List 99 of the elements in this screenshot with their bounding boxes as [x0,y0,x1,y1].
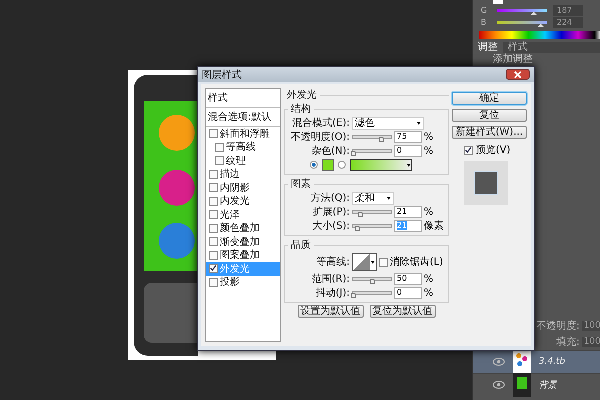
checkbox[interactable] [215,156,224,166]
field-label: 方法(Q): [310,192,350,205]
action-button[interactable]: 新建样式(W)... [452,126,527,139]
group-title: 外发光 [286,88,318,102]
slider-thumb[interactable] [358,212,364,217]
fill-label: 填充: [556,336,580,349]
checkbox[interactable] [209,170,218,179]
action-button[interactable]: 确定 [452,92,527,105]
checkbox[interactable] [209,278,218,287]
slider-track[interactable] [352,210,392,214]
checkbox[interactable] [209,264,218,274]
opacity-label: 不透明度: [536,320,580,333]
effect-item[interactable]: 内发光 [206,194,280,208]
effect-item[interactable]: 斜面和浮雕 [206,127,280,140]
layer-thumbnail [513,373,531,397]
checkbox-label: 预览(V) [476,144,511,157]
effect-item[interactable]: 纹理 [206,154,280,168]
blend-options-item[interactable]: 混合选项:默认 [206,108,280,127]
close-button[interactable] [506,69,530,80]
technique-dropdown[interactable]: 柔和 [352,192,394,204]
group-title: 结构 [290,102,312,116]
layer-name: 背景 [539,380,557,392]
checkbox[interactable] [209,210,218,220]
channel-label: G [481,6,488,14]
contour-picker[interactable] [352,253,377,271]
unit-label: % [424,132,434,142]
slider-track[interactable] [352,224,392,228]
slider-thumb[interactable] [379,137,384,142]
value-field[interactable]: 0 [394,145,422,157]
effect-item[interactable]: 内阴影 [206,181,280,194]
dialog-title: 图层样式 [202,68,242,82]
checkbox[interactable] [379,258,388,266]
group-title: 品质 [290,238,312,252]
checkbox[interactable] [209,250,218,260]
field-label: 等高线: [316,256,350,269]
slider-label: 抖动(J): [314,286,350,300]
eye-icon[interactable] [493,358,505,366]
action-button[interactable]: 复位 [452,109,527,122]
layer-name: 3.4.tb [539,357,566,367]
slider-track[interactable] [352,135,392,139]
blend-mode-dropdown[interactable]: 滤色 [352,116,424,130]
field-label: 混合模式(E): [292,116,350,130]
unit-label: 像素 [424,220,444,233]
preview-swatch [474,171,498,195]
unit-label: % [424,206,434,218]
color-spectrum[interactable] [479,31,600,39]
color-swatch[interactable] [322,159,334,171]
unit-label: % [424,288,434,298]
checkbox[interactable] [209,224,218,233]
radio-button[interactable] [310,161,318,169]
layer-row[interactable]: 背景 [473,373,600,396]
slider-label: 范围(R): [310,272,350,286]
value-field[interactable]: 75 [394,131,422,143]
panel-tab[interactable]: 调整 [473,42,503,53]
effect-item[interactable]: 图案叠加 [206,248,280,262]
value-field[interactable]: 0 [394,287,422,299]
slider-track[interactable] [352,277,392,281]
effect-item[interactable]: 渐变叠加 [206,235,280,248]
layer-thumbnail [513,350,531,374]
slider-label: 大小(S): [311,220,350,233]
close-icon [514,70,522,78]
slider-thumb[interactable] [370,279,374,284]
radio-button[interactable] [338,161,346,169]
value-field[interactable]: 21 [394,206,422,218]
slider-thumb[interactable] [350,151,356,156]
eye-icon[interactable] [493,381,505,389]
channel-value[interactable]: 224 [553,16,583,28]
checkbox[interactable] [209,196,218,206]
default-button[interactable]: 设置为默认值 [298,305,364,318]
slider-label: 杂色(N): [310,144,350,158]
checkbox[interactable] [464,146,473,154]
checkbox[interactable] [209,237,218,246]
effect-item[interactable]: 描边 [206,168,280,181]
unit-label: % [424,146,434,156]
group-title: 图素 [290,178,312,191]
default-button[interactable]: 复位为默认值 [370,305,436,318]
color-swatch[interactable] [493,0,503,4]
effect-item[interactable]: 投影 [206,276,280,289]
effect-item[interactable]: 颜色叠加 [206,222,280,235]
value-field[interactable]: 50 [394,273,422,285]
checkbox[interactable] [215,142,224,152]
slider-thumb[interactable] [350,293,356,298]
channel-value[interactable]: 187 [553,4,583,16]
slider-track[interactable] [352,149,392,153]
checkbox[interactable] [209,129,218,138]
unit-label: % [424,274,434,284]
gradient-picker[interactable] [350,159,412,171]
effect-item[interactable]: 光泽 [206,208,280,222]
layer-row[interactable]: 3.4.tb [473,350,600,373]
channel-label: B [481,18,488,26]
list-header: 样式 [206,89,280,108]
slider-label: 扩展(P): [312,206,350,219]
checkbox-label: 消除锯齿(L) [390,256,444,269]
effect-item[interactable]: 等高线 [206,140,280,154]
slider-thumb[interactable] [355,226,360,231]
slider-track[interactable] [352,291,392,295]
panel-hint: 添加调整 [492,53,534,66]
slider-label: 不透明度(O): [290,130,350,144]
checkbox[interactable] [209,183,218,192]
